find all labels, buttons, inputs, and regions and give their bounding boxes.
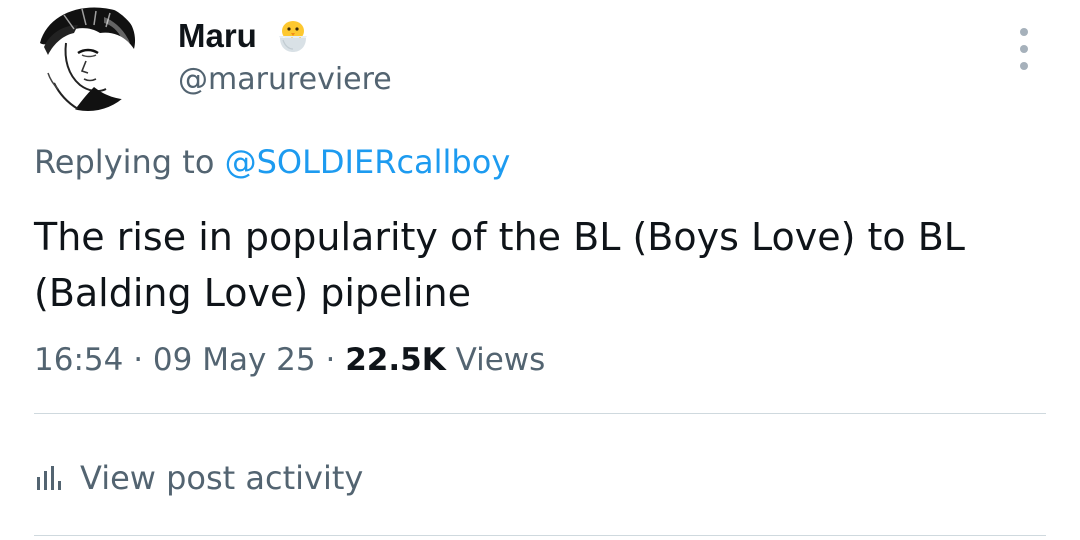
divider: [34, 413, 1046, 414]
views-label: Views: [455, 342, 546, 378]
tweet-time[interactable]: 16:54: [34, 342, 123, 378]
user-handle[interactable]: @marureviere: [178, 61, 392, 99]
tweet-meta: 16:54 · 09 May 25 · 22.5K Views: [34, 339, 545, 381]
tweet-date[interactable]: 09 May 25: [153, 342, 316, 378]
meta-separator: ·: [133, 342, 144, 378]
avatar[interactable]: [34, 3, 142, 111]
hatching-chick-icon: [273, 14, 313, 54]
more-vertical-icon: [1020, 28, 1028, 36]
avatar-portrait: [34, 3, 142, 111]
replying-to-label: Replying to: [34, 143, 225, 181]
replying-to-line: Replying to @SOLDIERcallboy: [34, 141, 510, 183]
divider: [34, 535, 1046, 536]
bar-chart-icon: [37, 466, 61, 490]
view-post-activity-label: View post activity: [80, 459, 364, 497]
views-count: 22.5K: [345, 342, 446, 378]
more-options-button[interactable]: [1008, 24, 1040, 74]
view-post-activity-button[interactable]: View post activity: [34, 455, 363, 501]
reply-mention-link[interactable]: @SOLDIERcallboy: [225, 143, 511, 181]
tweet-text: The rise in popularity of the BL (Boys L…: [34, 215, 965, 315]
display-name[interactable]: Maru: [178, 16, 257, 56]
meta-separator: ·: [325, 342, 336, 378]
